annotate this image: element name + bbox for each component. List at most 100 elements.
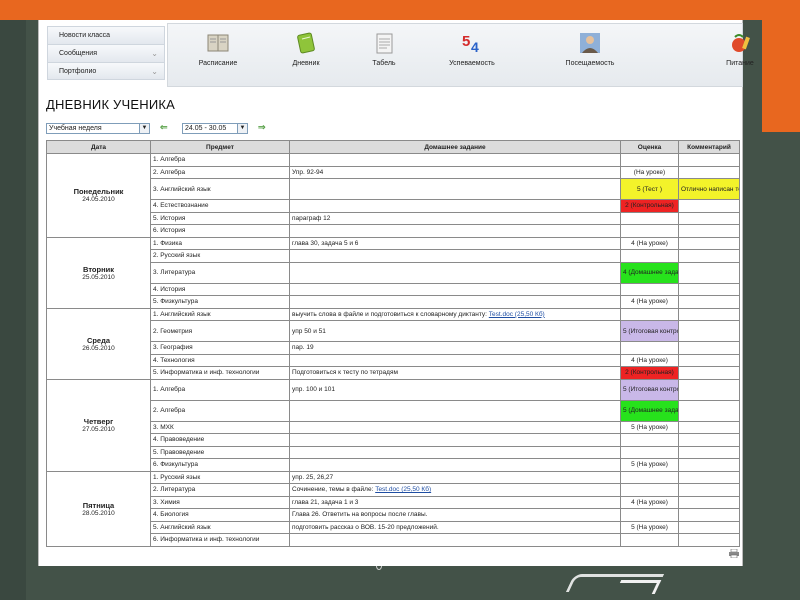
table-row: 3. МХК 5 (На уроке) xyxy=(47,420,740,434)
period-select[interactable]: Учебная неделя ▼ xyxy=(46,123,150,134)
comment-cell xyxy=(678,282,740,296)
period-select-value: Учебная неделя xyxy=(49,125,102,132)
grade-cell xyxy=(620,282,679,296)
day-cell: Понедельник 24.05.2010 xyxy=(46,153,151,238)
menu-item-portfolio[interactable]: Портфолио ⌄ xyxy=(47,62,165,80)
comment-cell: Отлично написан тест! xyxy=(678,178,740,200)
grade-cell xyxy=(620,508,679,522)
report-card-icon xyxy=(371,31,397,55)
comment-cell xyxy=(678,495,740,509)
subject-cell: 3. МХК xyxy=(150,420,290,434)
toolbar-schedule-button[interactable]: Расписание xyxy=(170,24,266,88)
homework-cell xyxy=(289,533,621,547)
homework-cell: упр 50 и 51 xyxy=(289,320,621,342)
table-row: 5. Английский язык подготовить рассказ о … xyxy=(47,520,740,534)
toolbar-performance-button[interactable]: 54 Успеваемость xyxy=(424,24,520,88)
attachment-link[interactable]: Test.doc (25,50 Кб) xyxy=(375,486,431,493)
subject-cell: 5. История xyxy=(150,211,290,225)
grade-cell xyxy=(620,211,679,225)
schedule-book-icon xyxy=(205,31,231,55)
menu-item-news[interactable]: Новости класса xyxy=(47,26,165,44)
day-name: Пятница xyxy=(82,500,115,510)
comment-cell xyxy=(678,353,740,367)
day-name: Понедельник xyxy=(73,187,124,197)
grade-cell xyxy=(620,249,679,263)
table-row: 5. История параграф 12 xyxy=(47,211,740,225)
table-row: 5. Информатика и инф. технологии Подготов… xyxy=(47,366,740,380)
comment-cell xyxy=(678,211,740,225)
day-date: 24.05.2010 xyxy=(82,196,115,204)
comment-cell xyxy=(678,399,740,422)
table-row: Четверг 27.05.2010 1. Алгебра упр. 100 и 10… xyxy=(46,378,740,472)
toolbar-food-button[interactable]: Питание xyxy=(692,24,788,88)
table-row: 4. Биология Глава 26. Ответить на вопросы… xyxy=(47,508,740,522)
print-icon[interactable] xyxy=(729,548,739,559)
homework-cell: Упр. 92-94 xyxy=(289,165,621,179)
toolbar-report-card-button[interactable]: Табель xyxy=(336,24,432,88)
table-row: Пятница 28.05.2010 1. Русский язык упр. 25,… xyxy=(46,470,740,547)
comment-cell xyxy=(678,366,740,380)
subject-cell: 6. Физкультура xyxy=(150,458,290,472)
day-date: 28.05.2010 xyxy=(82,509,115,517)
day-date: 27.05.2010 xyxy=(82,426,115,433)
day-cell: Среда 26.05.2010 xyxy=(46,307,151,380)
comment-cell xyxy=(678,533,740,547)
homework-cell: упр. 100 и 101 xyxy=(289,378,621,401)
prev-week-arrow-icon[interactable]: ⇐ xyxy=(160,122,168,133)
grade-cell: 5 (Итоговая контрольная) xyxy=(620,320,679,342)
comment-cell xyxy=(678,320,740,342)
homework-text: пар. 19 xyxy=(292,344,314,352)
comment-cell xyxy=(678,458,740,472)
grade-cell: 4 (Домашнее задание) xyxy=(620,261,679,284)
food-icon xyxy=(727,31,753,55)
homework-text: подготовить рассказ о ВОВ. 15-20 предлож… xyxy=(292,523,439,531)
grade-cell xyxy=(620,445,679,459)
toolbar-label: Питание xyxy=(726,60,754,67)
homework-cell xyxy=(289,261,621,284)
table-header-row: Дата Предмет Домашнее задание Оценка Ком… xyxy=(46,140,740,154)
top-orange-band xyxy=(0,0,800,20)
subject-cell: 2. Алгебра xyxy=(150,399,290,422)
diary-table: Дата Предмет Домашнее задание Оценка Ком… xyxy=(46,140,740,547)
grade-cell xyxy=(620,470,679,484)
comment-cell xyxy=(678,341,740,355)
table-row: 4. Технология 4 (На уроке) xyxy=(47,353,740,367)
grade-cell: 4 (На уроке) xyxy=(620,495,679,509)
menu-item-messages[interactable]: Сообщения ⌄ xyxy=(47,44,165,62)
grade-cell: 4 (На уроке) xyxy=(620,236,679,250)
toolbar-attendance-button[interactable]: Посещаемость xyxy=(542,24,638,88)
day-name: Среда xyxy=(86,335,111,345)
subject-cell: 2. Геометрия xyxy=(150,320,290,342)
subject-cell: 3. Литература xyxy=(150,261,290,284)
attachment-link[interactable]: Test.doc (25,50 Кб) xyxy=(489,311,545,318)
subject-cell: 4. Технология xyxy=(150,353,290,367)
homework-text: глава 30, задача 5 и 6 xyxy=(292,239,359,247)
table-row: 3. География пар. 19 xyxy=(47,341,740,355)
homework-cell: пар. 19 xyxy=(289,341,621,355)
board-left-edge xyxy=(0,20,26,600)
homework-text: выучить слова в файле и подготовиться к … xyxy=(292,310,487,318)
comment-cell xyxy=(678,249,740,263)
subject-cell: 5. Физкультура xyxy=(150,295,290,309)
comment-cell xyxy=(678,199,740,213)
menu-item-label: Портфолио xyxy=(59,67,97,75)
table-row: 3. Литература 4 (Домашнее задание) xyxy=(47,261,740,284)
homework-cell xyxy=(289,199,621,213)
diary-body: Понедельник 24.05.2010 1. Алгебра 2. Алгебр… xyxy=(46,153,740,547)
homework-text: Упр. 92-94 xyxy=(292,168,324,176)
table-row: 2. Русский язык xyxy=(47,249,740,263)
grade-cell xyxy=(620,307,679,321)
subject-cell: 6. История xyxy=(150,224,290,238)
table-row: 4. Правоведение xyxy=(47,433,740,447)
homework-cell: глава 30, задача 5 и 6 xyxy=(289,236,621,250)
toolbar-label: Табель xyxy=(372,60,396,67)
next-week-arrow-icon[interactable]: ⇒ xyxy=(258,122,266,133)
date-range-select[interactable]: 24.05 - 30.05 ▼ xyxy=(182,123,248,134)
table-row: 2. Алгебра Упр. 92-94 (На уроке) xyxy=(47,165,740,179)
header-comment: Комментарий xyxy=(678,140,740,154)
homework-cell xyxy=(289,153,621,167)
comment-cell xyxy=(678,224,740,238)
svg-text:5: 5 xyxy=(462,33,470,50)
date-range-value: 24.05 - 30.05 xyxy=(185,125,227,132)
grade-cell: 2 (Контрольная) xyxy=(620,199,679,213)
